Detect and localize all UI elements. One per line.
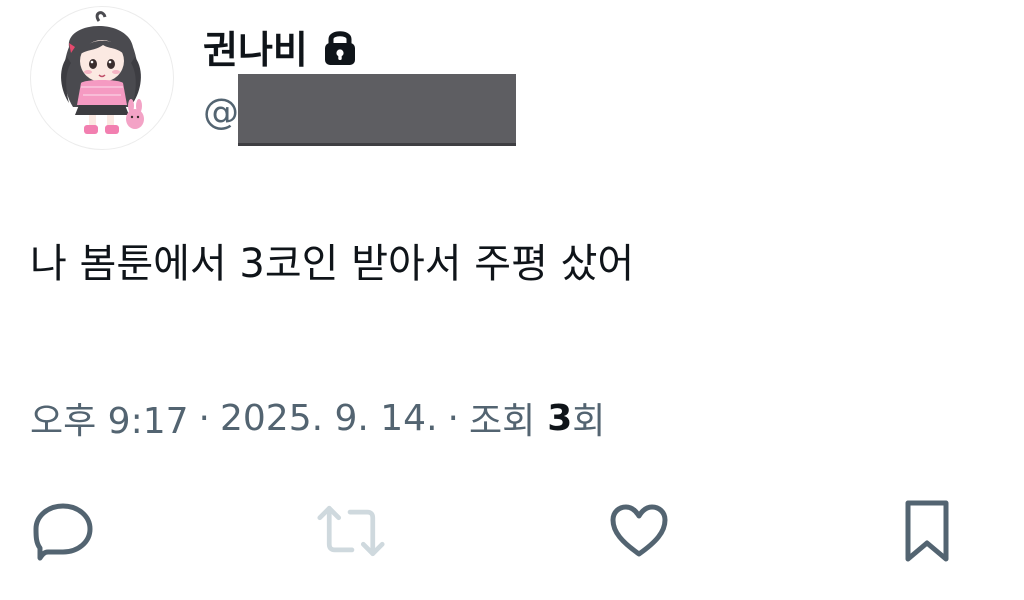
views-count: 3 bbox=[547, 397, 573, 439]
views-label: 조회 bbox=[468, 401, 536, 442]
reply-button[interactable] bbox=[28, 496, 98, 566]
retweet-icon bbox=[317, 505, 385, 557]
retweet-button[interactable] bbox=[316, 496, 386, 566]
meta-separator: · bbox=[447, 397, 459, 439]
bookmark-icon bbox=[905, 500, 949, 562]
heart-icon bbox=[610, 504, 668, 557]
tweet-date[interactable]: 2025. 9. 14. bbox=[220, 398, 438, 439]
display-name[interactable]: 권나비 bbox=[203, 19, 308, 74]
handle-prefix: @ bbox=[203, 91, 239, 133]
bookmark-button[interactable] bbox=[892, 496, 962, 566]
meta-separator: · bbox=[198, 397, 210, 439]
handle-redaction bbox=[238, 74, 516, 146]
display-name-row: 권나비 bbox=[203, 18, 358, 74]
like-button[interactable] bbox=[604, 496, 674, 566]
handle[interactable]: @ bbox=[203, 86, 239, 138]
tweet-text: 나 봄툰에서 3코인 받아서 주평 샀어 bbox=[30, 241, 635, 287]
views-suffix: 회 bbox=[572, 401, 606, 442]
tweet-time[interactable]: 오후 9:17 bbox=[30, 392, 189, 444]
reply-icon bbox=[33, 503, 93, 561]
lock-icon bbox=[322, 27, 358, 67]
avatar[interactable] bbox=[30, 6, 174, 150]
tweet-meta: 오후 9:17 · 2025. 9. 14. · 조회 3 회 bbox=[30, 390, 605, 446]
avatar-illustration bbox=[61, 11, 144, 134]
